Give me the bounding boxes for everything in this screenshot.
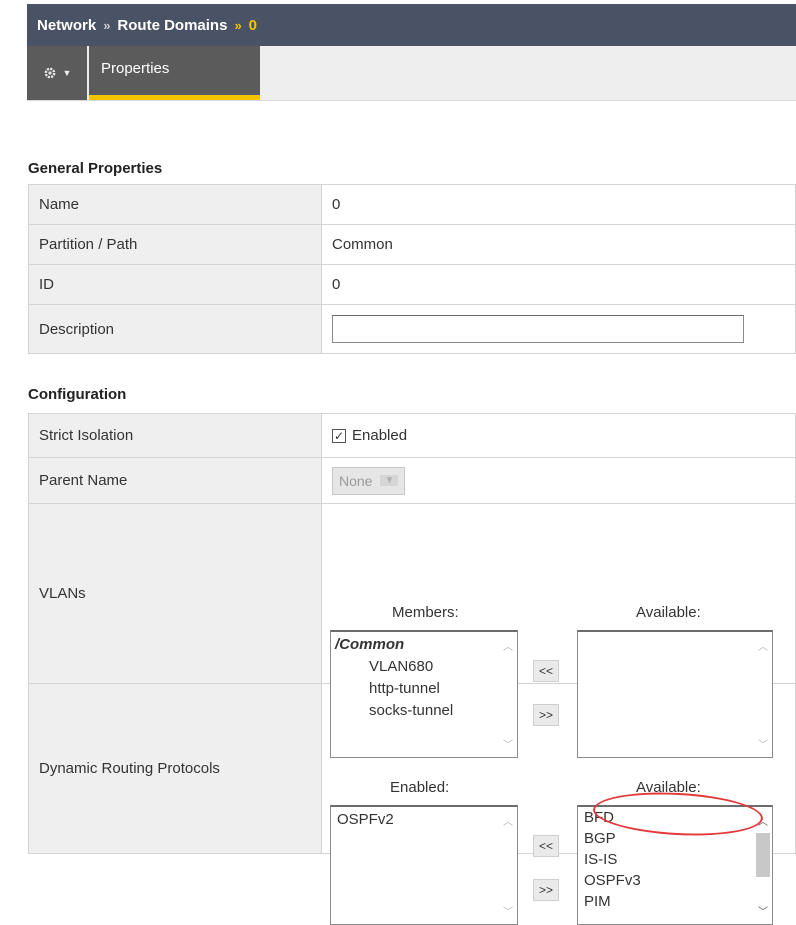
vlans-remove-button[interactable]: >> (533, 703, 559, 726)
chevron-down-icon: ﹀ (758, 906, 768, 918)
routing-add-button[interactable]: << (533, 834, 559, 857)
breadcrumb-separator: » (103, 17, 111, 33)
list-item[interactable]: OSPFv3 (584, 870, 766, 891)
list-item[interactable]: http-tunnel (335, 678, 513, 700)
tab-properties[interactable]: Properties (89, 46, 260, 100)
name-value: 0 (321, 184, 796, 225)
gear-menu-button[interactable]: ▼ (27, 46, 87, 100)
description-input[interactable] (332, 315, 744, 343)
breadcrumb-network[interactable]: Network (37, 17, 96, 34)
tab-strip: ▼ Properties (27, 46, 796, 101)
description-cell (321, 304, 796, 354)
chevron-down-icon: ﹀ (758, 739, 768, 751)
scrollbar[interactable]: ︿ ﹀ (754, 632, 772, 757)
vlans-available-header: Available: (636, 603, 701, 621)
strict-isolation-checkbox-label: Enabled (352, 427, 408, 444)
scrollbar-thumb[interactable] (756, 832, 770, 877)
dynamic-routing-label: Dynamic Routing Protocols (28, 683, 322, 854)
scrollbar[interactable]: ︿ ﹀ (499, 807, 517, 924)
name-label: Name (28, 184, 322, 225)
list-item[interactable]: PIM (584, 891, 766, 912)
description-label: Description (28, 304, 322, 354)
chevron-up-icon: ︿ (503, 816, 513, 828)
chevron-up-icon: ︿ (758, 816, 768, 828)
vlans-cell: Members: Available: /Common VLAN680 http… (321, 503, 796, 758)
list-item[interactable]: IS-IS (584, 849, 766, 870)
list-item[interactable]: socks-tunnel (335, 700, 513, 722)
chevron-down-icon: ▼ (62, 68, 72, 78)
list-item[interactable]: BFD (584, 807, 766, 828)
parent-name-select: None ▼ (332, 466, 406, 495)
list-item[interactable]: BGP (584, 828, 766, 849)
id-label: ID (28, 264, 322, 305)
general-properties-table: Name 0 Partition / Path Common ID 0 Desc… (28, 184, 796, 354)
chevron-up-icon: ︿ (503, 641, 513, 653)
parent-name-value: None (339, 472, 373, 489)
strict-isolation-label: Strict Isolation (28, 413, 322, 458)
gear-icon (44, 67, 55, 79)
routing-remove-button[interactable]: >> (533, 878, 559, 901)
chevron-down-icon: ﹀ (503, 739, 513, 751)
vlans-add-button[interactable]: << (533, 659, 559, 682)
configuration-table: Strict Isolation ✓ Enabled Parent Name N… (28, 413, 796, 925)
list-item[interactable]: VLAN680 (335, 656, 513, 678)
routing-available-list[interactable]: BFD BGP IS-IS OSPFv3 PIM ︿ ﹀ (577, 804, 773, 925)
general-properties-title: General Properties (28, 160, 163, 177)
partition-label: Partition / Path (28, 224, 322, 265)
breadcrumb-current: 0 (248, 16, 258, 34)
breadcrumb: Network » Route Domains » 0 (27, 4, 796, 46)
scrollbar[interactable]: ︿ ﹀ (499, 632, 517, 757)
list-item[interactable]: OSPFv2 (337, 809, 511, 831)
partition-value: Common (321, 224, 796, 265)
id-value: 0 (321, 264, 796, 305)
breadcrumb-separator: » (234, 17, 242, 33)
breadcrumb-route-domains[interactable]: Route Domains (117, 17, 227, 34)
configuration-title: Configuration (28, 386, 127, 403)
routing-available-header: Available: (636, 778, 701, 796)
vlans-label: VLANs (28, 503, 322, 684)
chevron-up-icon: ︿ (758, 641, 768, 653)
parent-name-label: Parent Name (28, 457, 322, 504)
parent-name-cell: None ▼ (321, 457, 796, 504)
vlans-members-header: Members: (392, 603, 459, 621)
routing-enabled-header: Enabled: (390, 778, 450, 796)
list-group-header: /Common (335, 635, 405, 653)
vlans-members-list[interactable]: /Common VLAN680 http-tunnel socks-tunnel… (330, 629, 518, 758)
chevron-down-icon: ▼ (380, 475, 399, 486)
strict-isolation-cell: ✓ Enabled (321, 413, 796, 458)
vlans-available-list[interactable]: ︿ ﹀ (577, 629, 773, 758)
chevron-down-icon: ﹀ (503, 906, 513, 918)
routing-enabled-list[interactable]: OSPFv2 ︿ ﹀ (330, 804, 518, 925)
strict-isolation-checkbox[interactable]: ✓ (332, 428, 346, 443)
